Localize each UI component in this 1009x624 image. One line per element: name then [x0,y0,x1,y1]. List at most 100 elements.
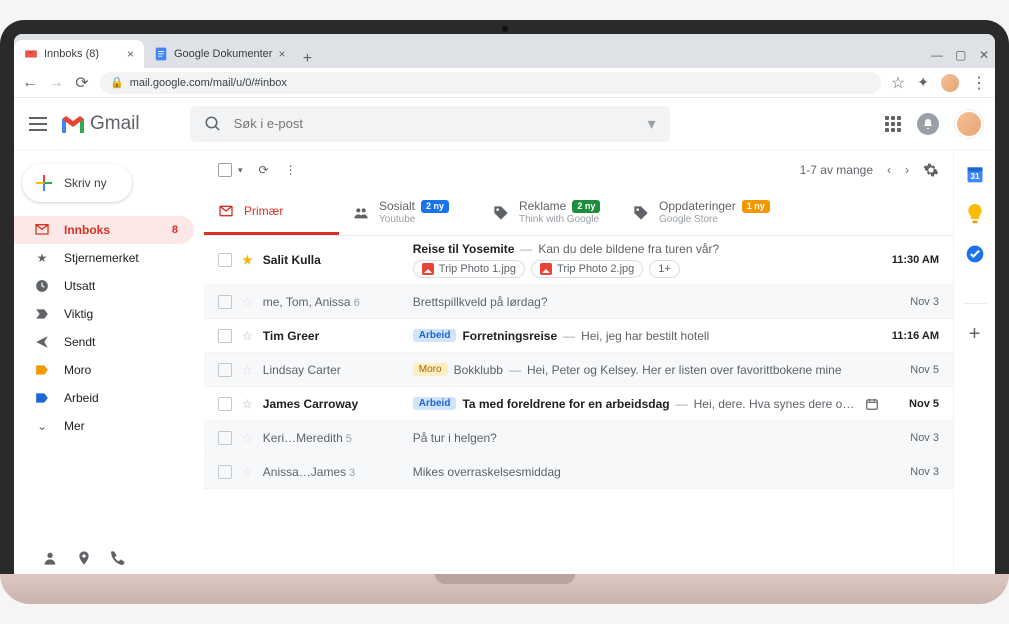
compose-button[interactable]: Skriv ny [22,164,132,202]
folder-fun[interactable]: Moro [14,356,194,384]
search-bar[interactable]: ▾ [190,106,670,142]
star-icon[interactable]: ☆ [242,431,253,445]
forward-icon[interactable]: → [48,74,64,92]
folder-more[interactable]: ⌄ Mer [14,412,194,440]
tab-label: Reklame [519,199,566,213]
next-icon[interactable]: › [905,163,909,177]
sidebar: Skriv ny Innboks 8 ★ Stjernemerket Utsat… [14,150,204,574]
row-checkbox[interactable] [218,397,232,411]
kebab-icon[interactable]: ⋮ [971,73,987,93]
settings-icon[interactable] [923,162,939,178]
row-checkbox[interactable] [218,295,232,309]
folder-label: Mer [64,419,85,433]
reload-icon[interactable]: ⟳ [74,73,90,93]
sender: Tim Greer [263,329,403,343]
row-checkbox[interactable] [218,329,232,343]
tab-promotions[interactable]: Reklame 2 ny Think with Google [479,190,619,235]
tag-icon [633,205,649,221]
subject-area: På tur i helgen? [413,425,879,451]
attachment-chip[interactable]: Trip Photo 1.jpg [413,260,525,278]
folder-work[interactable]: Arbeid [14,384,194,412]
folder-important[interactable]: Viktig [14,300,194,328]
phone-icon[interactable] [110,550,126,566]
browser-tab-active[interactable]: Innboks (8) × [14,40,144,68]
folder-sent[interactable]: Sendt [14,328,194,356]
more-icon[interactable]: ⋮ [285,163,297,177]
tab-updates[interactable]: Oppdateringer 1 ny Google Store [619,190,789,235]
row-checkbox[interactable] [218,253,232,267]
prev-icon[interactable]: ‹ [887,163,891,177]
date: 11:16 AM [889,330,939,342]
maximize-icon[interactable]: ▢ [955,48,965,62]
image-icon [540,263,552,275]
mail-row[interactable]: ☆James CarrowayArbeidTa med foreldrene f… [204,387,953,421]
apps-icon[interactable] [885,116,901,132]
select-all-checkbox[interactable] [218,163,232,177]
keep-icon[interactable] [965,204,985,224]
subject: Bokklubb [454,363,503,377]
tab-social[interactable]: Sosialt 2 ny Youtube [339,190,479,235]
tab-primary[interactable]: Primær [204,190,339,235]
calendar-icon[interactable]: 31 [965,164,985,184]
gmail-wordmark: Gmail [90,113,140,135]
close-icon[interactable]: × [127,47,134,61]
mail-row[interactable]: ☆me, Tom, Anissa6Brettspillkveld på lørd… [204,285,953,319]
add-icon[interactable]: + [965,324,985,344]
attachment-more[interactable]: 1+ [649,260,680,278]
mail-row[interactable]: ☆Anissa…James3Mikes overraskelsesmiddagN… [204,455,953,489]
minimize-icon[interactable]: — [931,48,941,62]
account-avatar[interactable] [955,110,983,138]
dropdown-icon[interactable]: ▾ [648,114,656,134]
row-checkbox[interactable] [218,363,232,377]
mail-row[interactable]: ★Salit KullaReise til Yosemite—Kan du de… [204,236,953,285]
new-tab-button[interactable]: + [295,50,319,68]
dropdown-icon[interactable]: ▾ [238,165,243,176]
star-icon[interactable]: ☆ [242,363,253,377]
close-icon[interactable]: ✕ [979,48,989,62]
mail-row[interactable]: ☆Lindsay CarterMoroBokklubb—Hei, Peter o… [204,353,953,387]
menu-icon[interactable] [26,117,50,131]
gmail-logo[interactable]: Gmail [60,113,140,135]
attachment-chip[interactable]: Trip Photo 2.jpg [531,260,643,278]
mail-row[interactable]: ☆Keri…Meredith5På tur i helgen?Nov 3 [204,421,953,455]
folder-snoozed[interactable]: Utsatt [14,272,194,300]
extension-icon[interactable]: ✦ [917,74,929,91]
url-text: mail.google.com/mail/u/0/#inbox [130,77,287,89]
notifications-icon[interactable] [917,113,939,135]
date: Nov 3 [889,296,939,308]
image-icon [422,263,434,275]
subject-area: Brettspillkveld på lørdag? [413,289,879,315]
main-pane: ▾ ⟳ ⋮ 1-7 av mange ‹ › Primær [204,150,953,574]
search-input[interactable] [234,116,636,131]
tab-label: Sosialt [379,199,415,213]
folder-starred[interactable]: ★ Stjernemerket [14,244,194,272]
folder-inbox[interactable]: Innboks 8 [14,216,194,244]
row-checkbox[interactable] [218,431,232,445]
star-icon[interactable]: ☆ [242,465,253,479]
side-rail: 31 + [953,150,995,574]
star-icon[interactable]: ☆ [242,295,253,309]
url-field[interactable]: 🔒 mail.google.com/mail/u/0/#inbox [100,72,881,94]
label-icon [34,392,50,404]
sender: Anissa…James3 [263,465,403,479]
tasks-icon[interactable] [965,244,985,264]
mail-row[interactable]: ☆Tim GreerArbeidForretningsreise—Hei, je… [204,319,953,353]
row-checkbox[interactable] [218,465,232,479]
inbox-icon [218,203,234,219]
chevron-down-icon: ⌄ [34,419,50,433]
star-icon[interactable]: ☆ [242,329,253,343]
close-icon[interactable]: × [278,47,285,61]
profile-avatar[interactable] [941,74,959,92]
star-icon[interactable]: ☆ [242,397,253,411]
label-tag: Arbeid [413,329,457,342]
browser-tab[interactable]: Google Dokumenter × [144,40,295,68]
send-icon [34,335,50,349]
badge: 1 ny [742,200,770,213]
sidebar-footer [14,550,204,574]
refresh-icon[interactable]: ⟳ [259,163,269,177]
person-icon[interactable] [42,550,58,566]
star-icon[interactable]: ★ [242,253,253,267]
back-icon[interactable]: ← [22,74,38,92]
location-icon[interactable] [76,550,92,566]
star-icon[interactable]: ☆ [891,73,905,93]
